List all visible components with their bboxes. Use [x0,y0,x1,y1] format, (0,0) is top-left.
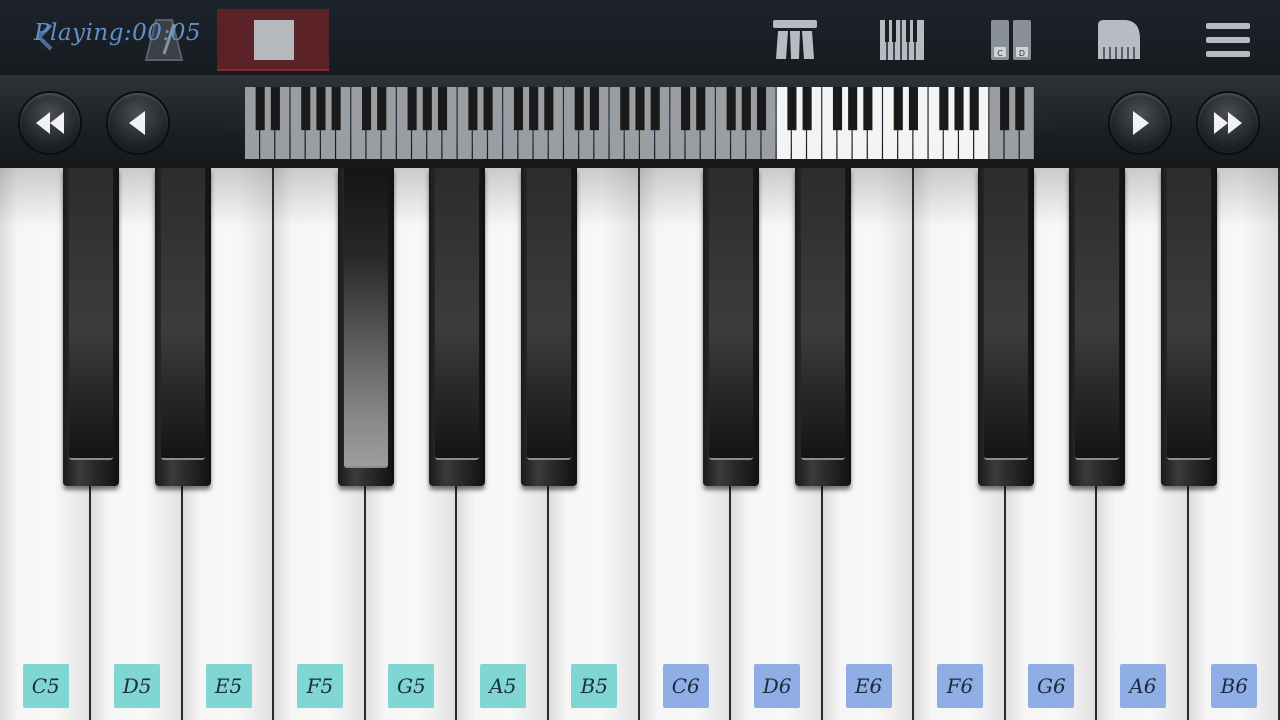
minimap-black-key [483,87,493,131]
note-label: C6 [662,664,709,708]
note-label: G5 [388,664,435,708]
note-label: D6 [754,664,801,708]
black-key[interactable] [1069,168,1126,486]
svg-text:C: C [997,49,1003,58]
note-label: E5 [205,664,252,708]
fast-rewind-icon [36,112,64,134]
black-key-face [160,168,205,460]
playing-status: Playing:00:05 [34,20,201,46]
black-key[interactable] [429,168,486,486]
black-key-face [1075,168,1120,460]
next-button[interactable] [1110,93,1170,153]
black-key[interactable] [794,168,851,486]
minimap-black-key [802,87,812,131]
grand-piano-icon[interactable] [1094,17,1144,63]
stop-button[interactable] [217,9,329,71]
note-label: D5 [114,664,161,708]
keyboard-icon[interactable] [877,17,927,63]
minimap-black-key [848,87,858,131]
note-label: C5 [22,664,69,708]
black-key-face [709,168,754,460]
minimap-black-key [407,87,417,131]
note-label: F5 [296,664,343,708]
minimap-black-key [1000,87,1010,131]
minimap-black-key [574,87,584,131]
chord-icon[interactable]: C D [986,17,1036,63]
minimap-black-key [726,87,736,131]
minimap-black-key [939,87,949,131]
minimap-black-key [650,87,660,131]
minimap-black-key [255,87,265,131]
black-key-face [800,168,845,460]
minimap-black-key [863,87,873,131]
stop-icon [254,20,294,60]
next-icon [1133,111,1149,135]
previous-button[interactable] [108,93,168,153]
minimap-black-key [908,87,919,131]
minimap-black-key [954,87,964,131]
minimap-black-key [969,87,979,131]
minimap-black-key [696,87,706,131]
minimap-black-key [377,87,387,131]
black-key-face [69,168,114,460]
black-key[interactable] [337,168,394,486]
minimap-black-key [635,87,645,131]
minimap-black-key [741,87,751,131]
note-label: A6 [1119,664,1166,708]
sustain-pedal-icon[interactable] [770,17,820,63]
black-key[interactable] [703,168,760,486]
keyboard-minimap[interactable] [245,87,1035,159]
minimap-black-key [620,87,630,131]
black-key-face [343,168,388,468]
minimap-black-key [301,87,311,131]
black-key[interactable] [1160,168,1217,486]
minimap-black-key [361,87,372,131]
black-key[interactable] [63,168,120,486]
note-label: A5 [479,664,526,708]
black-key[interactable] [977,168,1034,486]
minimap-black-key [468,87,478,131]
minimap-black-key [437,87,448,131]
minimap-black-key [316,87,326,131]
minimap-black-key [756,87,767,131]
menu-icon[interactable] [1203,17,1253,63]
minimap-black-key [787,87,797,131]
svg-text:D: D [1019,49,1025,58]
minimap-black-key [544,87,554,131]
note-label: G6 [1028,664,1075,708]
fast-forward-icon [1214,112,1242,134]
note-label: B6 [1211,664,1258,708]
minimap-black-key [513,87,524,131]
minimap-black-key [529,87,539,131]
fast-forward-button[interactable] [1198,93,1258,153]
note-label: B5 [571,664,618,708]
note-label: E6 [845,664,892,708]
minimap-black-key [331,87,341,131]
fast-rewind-button[interactable] [20,93,80,153]
minimap-black-key [422,87,432,131]
minimap-black-key [681,87,691,131]
minimap-black-key [589,87,599,131]
top-toolbar: Playing:00:05 C D [0,0,1280,75]
black-key-face [983,168,1028,460]
previous-icon [129,111,145,135]
black-key-face [526,168,571,460]
piano-keyboard: C5 D5 E5 F5 G5 A5 B5 C6 D6 E6 F6 G6 A6 B6 [0,168,1280,720]
black-key[interactable] [154,168,211,486]
black-key-face [1166,168,1211,460]
minimap-black-key [270,87,280,131]
minimap-black-key [832,87,843,131]
black-key[interactable] [520,168,577,486]
black-key-face [435,168,480,460]
minimap-black-key [1015,87,1025,131]
note-label: F6 [936,664,983,708]
minimap-black-key [893,87,903,131]
